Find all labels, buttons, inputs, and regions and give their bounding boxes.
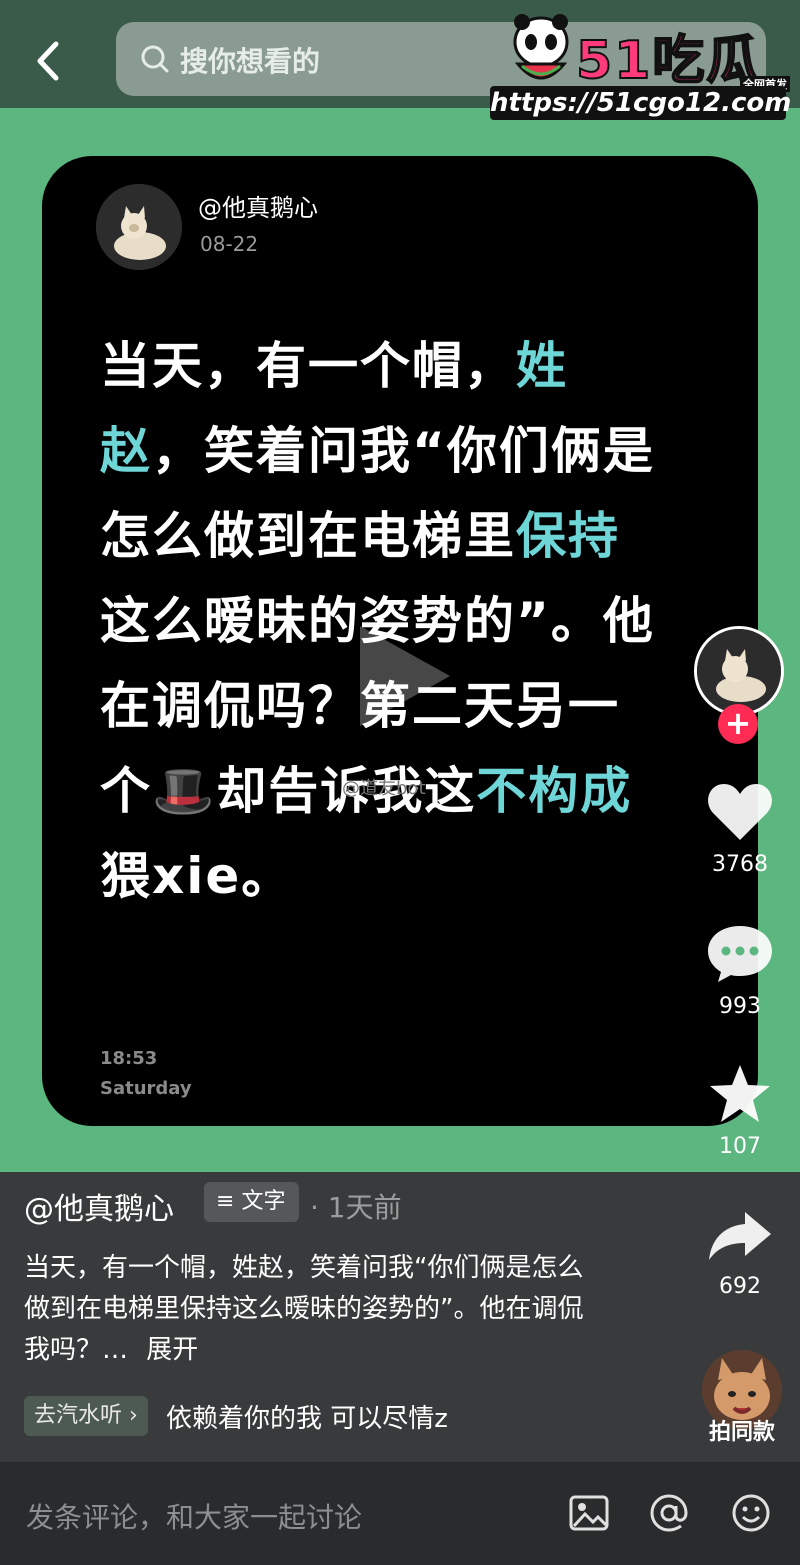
search-placeholder: 搜你想看的 <box>180 45 321 78</box>
watermark-url: https://51cgo12.com <box>490 86 792 120</box>
search-icon <box>141 45 169 73</box>
body-text-segment: 猥xie。 <box>100 847 294 905</box>
at-mention-icon[interactable] <box>648 1492 690 1534</box>
like-count: 3768 <box>712 852 768 877</box>
same-style-button[interactable]: 拍同款 <box>696 1350 788 1446</box>
inner-watermark: @道友bot <box>342 778 426 799</box>
highlighted-text: 保持 <box>516 507 620 565</box>
follow-button[interactable]: + <box>718 704 758 744</box>
post-date: 08-22 <box>200 232 259 256</box>
post-author[interactable]: @他真鹅心 <box>198 188 318 223</box>
share-button[interactable]: 692 <box>690 1208 790 1299</box>
chevron-left-icon <box>37 41 59 81</box>
same-style-label: 拍同款 <box>708 1420 775 1445</box>
author-avatar[interactable] <box>96 184 182 270</box>
comment-count: 993 <box>719 994 761 1019</box>
share-count: 692 <box>719 1274 761 1299</box>
top-bar: 搜你想看的 51吃瓜 全网首发 https://51cgo12.com <box>0 0 800 120</box>
text-type-chip[interactable]: ≡ 文字 <box>204 1182 300 1222</box>
cat-avatar-icon <box>697 629 781 713</box>
comment-button[interactable]: 993 <box>690 922 790 1019</box>
description-author[interactable]: @他真鹅心 <box>24 1184 174 1228</box>
watermark-brand: 51吃瓜 <box>575 30 761 92</box>
favorite-button[interactable]: 107 <box>690 1062 790 1159</box>
panda-mascot-icon <box>513 14 569 80</box>
card-time: 18:53 <box>100 1048 158 1069</box>
type-chip-label: 文字 <box>241 1189 286 1214</box>
emoji-icon[interactable] <box>730 1492 772 1534</box>
card-timestamp: 18:53 Saturday <box>100 1044 192 1104</box>
description-panel: @他真鹅心 ≡ 文字 · 1天前 当天，有一个帽，姓赵，笑着问我“你们俩是怎么做… <box>0 1172 800 1462</box>
star-icon <box>710 1065 770 1122</box>
favorite-count: 107 <box>719 1134 761 1159</box>
comment-input[interactable]: 发条评论，和大家一起讨论 <box>26 1496 362 1536</box>
post-age: · 1天前 <box>310 1191 402 1224</box>
expand-link[interactable]: 展开 <box>146 1335 198 1365</box>
image-icon[interactable] <box>568 1492 610 1534</box>
description-text: 当天，有一个帽，姓赵，笑着问我“你们俩是怎么做到在电梯里保持这么暧昧的姿势的”。… <box>24 1248 604 1371</box>
heart-icon <box>708 784 772 840</box>
cat-avatar-icon <box>96 184 182 270</box>
music-title[interactable]: 依赖着你的我 可以尽情z <box>166 1398 496 1435</box>
music-link-chip[interactable]: 去汽水听 › <box>24 1396 148 1436</box>
comment-bubble-icon <box>708 926 772 982</box>
back-button[interactable] <box>28 36 68 86</box>
text-lines-icon: ≡ <box>216 1189 242 1214</box>
site-watermark: 51吃瓜 全网首发 https://51cgo12.com <box>486 6 792 122</box>
comment-bar: 发条评论，和大家一起讨论 <box>0 1462 800 1565</box>
highlighted-text: 不构成 <box>476 762 633 820</box>
like-button[interactable]: 3768 <box>690 780 790 877</box>
description-body: 当天，有一个帽，姓赵，笑着问我“你们俩是怎么做到在电梯里保持这么暧昧的姿势的”。… <box>24 1253 584 1365</box>
post-card[interactable]: @他真鹅心 08-22 当天，有一个帽，姓赵，笑着问我“你们俩是怎么做到在电梯里… <box>42 156 758 1126</box>
card-day: Saturday <box>100 1078 192 1099</box>
creator-avatar[interactable] <box>694 626 784 716</box>
body-text-segment: 当天，有一个帽， <box>100 337 516 395</box>
share-arrow-icon <box>709 1212 771 1260</box>
play-icon[interactable] <box>340 616 460 736</box>
